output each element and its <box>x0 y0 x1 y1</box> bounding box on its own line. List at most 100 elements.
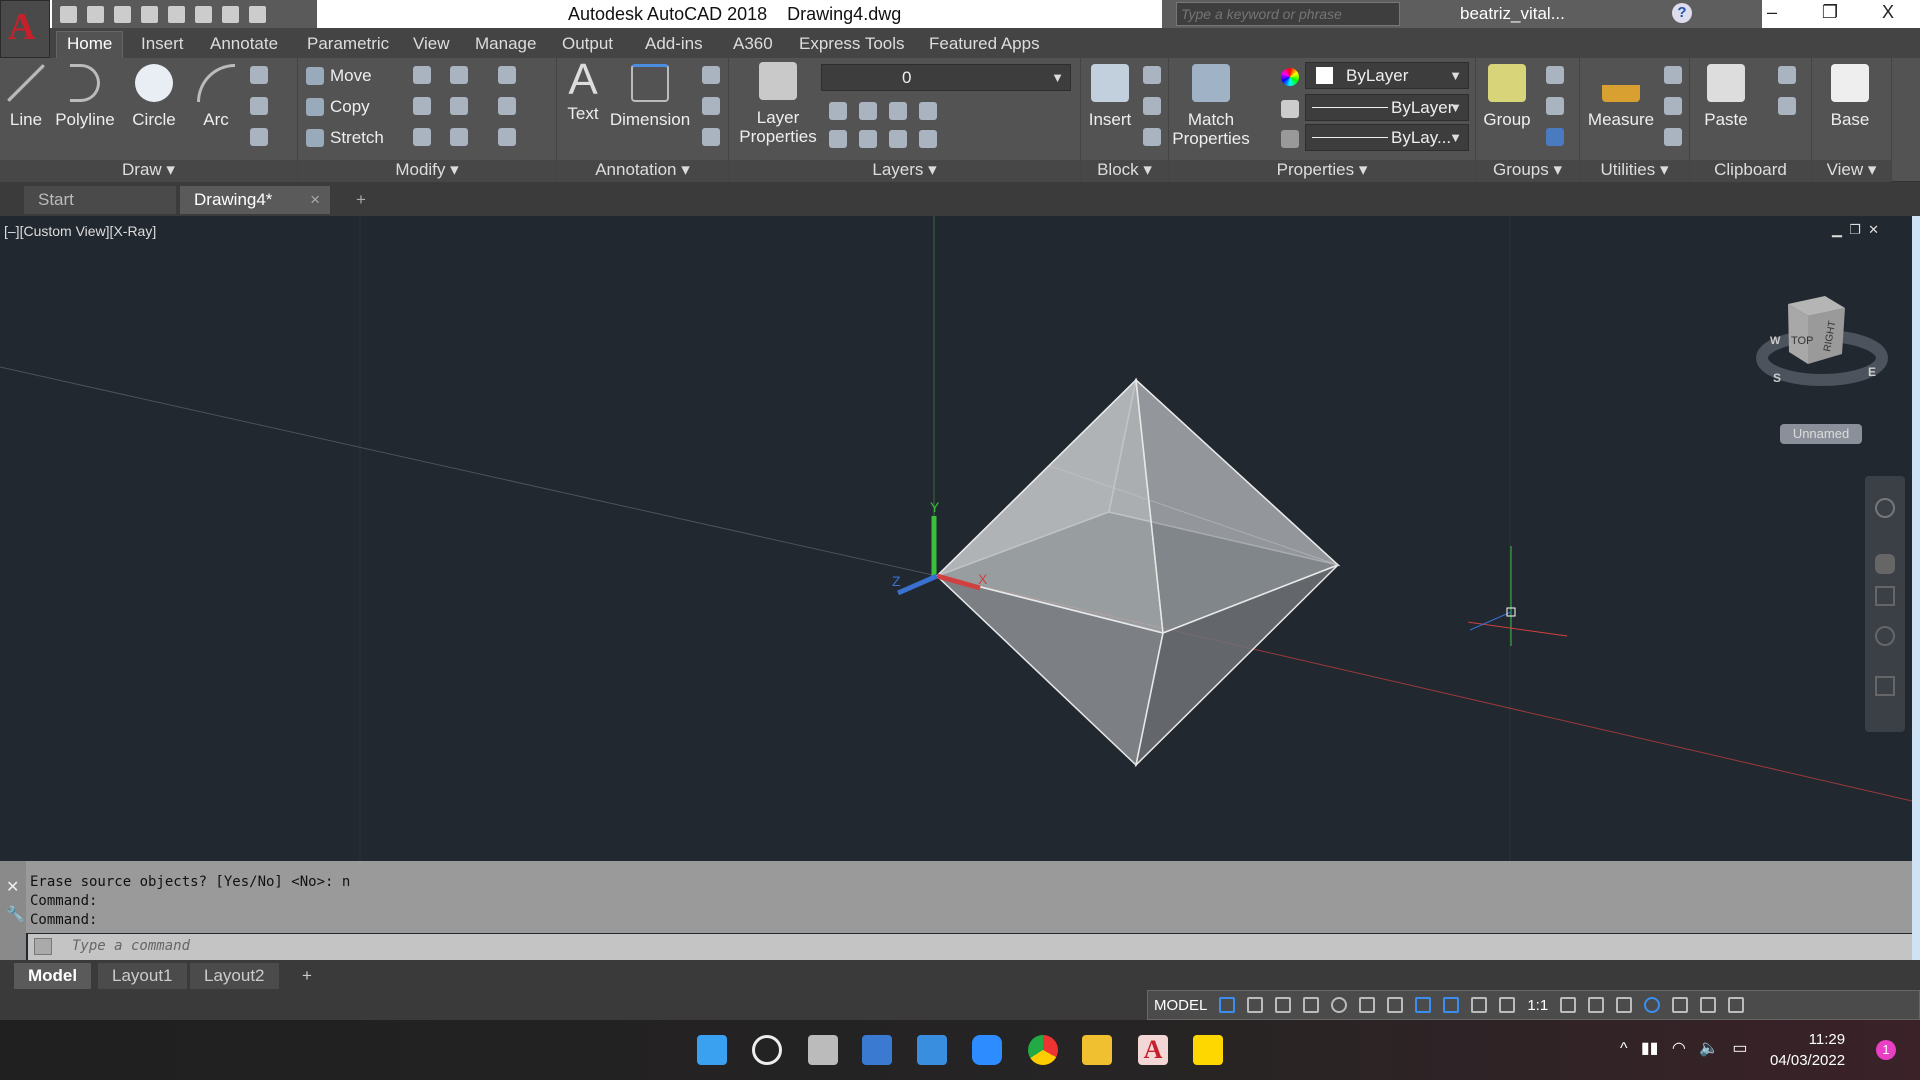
viewport-controls[interactable]: [–][Custom View][X-Ray] <box>4 223 156 239</box>
command-prompt-icon[interactable] <box>34 938 52 955</box>
orbit-icon[interactable] <box>1875 626 1895 646</box>
annotation-panel-label[interactable]: Annotation ▾ <box>557 160 728 182</box>
offset-icon[interactable] <box>498 128 516 146</box>
text-button[interactable]: A Text <box>563 58 603 124</box>
group-selection-icon[interactable] <box>1546 128 1564 146</box>
showmotion-icon[interactable] <box>1875 676 1895 696</box>
layer-unisolate-icon[interactable] <box>859 130 877 148</box>
tab-annotate[interactable]: Annotate <box>210 34 278 54</box>
battery-icon[interactable]: ▭ <box>1732 1040 1747 1057</box>
named-view-dropdown[interactable]: Unnamed <box>1780 424 1862 444</box>
hardware-acceleration-icon[interactable] <box>1644 997 1661 1013</box>
layer-off-icon[interactable] <box>829 102 847 120</box>
tab-start[interactable]: Start <box>24 186 176 214</box>
ungroup-icon[interactable] <box>1546 66 1564 84</box>
cut-icon[interactable] <box>1778 66 1796 84</box>
viewcube-top-face[interactable]: TOP <box>1791 335 1813 347</box>
modify-panel-label[interactable]: Modify ▾ <box>298 160 556 182</box>
measure-button[interactable]: Measure <box>1584 64 1658 129</box>
layer-properties-button[interactable]: Layer Properties <box>733 62 823 146</box>
new-tab-button[interactable]: + <box>342 186 380 214</box>
calculator-icon[interactable] <box>1664 128 1682 146</box>
undo-icon[interactable] <box>195 5 212 23</box>
tab-view[interactable]: View <box>413 34 450 54</box>
tab-add-ins[interactable]: Add-ins <box>645 34 703 54</box>
rotate-icon[interactable] <box>413 66 431 84</box>
command-line-handle[interactable]: ✕ 🔧 <box>0 861 26 960</box>
system-clock[interactable]: 11:29 04/03/2022 <box>1770 1029 1845 1071</box>
view-panel-label[interactable]: View ▾ <box>1812 160 1891 182</box>
pan-icon[interactable] <box>1875 554 1895 574</box>
arc-button[interactable]: Arc <box>196 64 236 129</box>
clipboard-panel-label[interactable]: Clipboard <box>1690 160 1811 182</box>
close-tab-icon[interactable]: × <box>310 190 320 210</box>
tab-parametric[interactable]: Parametric <box>307 34 389 54</box>
match-properties-button[interactable]: Match Properties <box>1171 64 1251 148</box>
insert-button[interactable]: Insert <box>1085 64 1135 129</box>
volume-icon[interactable]: 🔈 <box>1699 1040 1719 1057</box>
customization-menu-icon[interactable] <box>1728 997 1745 1013</box>
snap-icon[interactable] <box>1247 997 1264 1013</box>
properties-panel-label[interactable]: Properties ▾ <box>1169 160 1475 182</box>
units-icon[interactable] <box>1616 997 1633 1013</box>
chrome-icon[interactable] <box>1028 1035 1058 1065</box>
mail-icon[interactable] <box>917 1035 947 1065</box>
isolate-objects-icon[interactable] <box>1672 997 1689 1013</box>
compass-west[interactable]: W <box>1770 335 1781 347</box>
fillet-icon[interactable] <box>450 97 468 115</box>
layer-isolate-icon[interactable] <box>859 102 877 120</box>
help-icon[interactable]: ? <box>1672 3 1692 23</box>
dimension-button[interactable]: Dimension <box>607 64 693 129</box>
annotation-monitor-icon[interactable] <box>1588 997 1605 1013</box>
tab-model[interactable]: Model <box>14 963 92 989</box>
new-layout-button[interactable]: + <box>288 963 326 989</box>
redo-icon[interactable] <box>222 5 239 23</box>
minimize-button[interactable]: – <box>1752 2 1792 23</box>
point-icon[interactable] <box>1664 97 1682 115</box>
drawing-viewport[interactable]: Y X Z TOP RIGHT W S E [–][Custom View][X… <box>0 216 1912 861</box>
viewport-close-icon[interactable]: ✕ <box>1868 222 1879 237</box>
search-input[interactable] <box>1176 2 1400 26</box>
layer-unlock-icon[interactable] <box>919 130 937 148</box>
open-icon[interactable] <box>87 5 104 23</box>
linetype-dropdown[interactable]: ByLay... ▼ <box>1305 124 1469 151</box>
base-button[interactable]: Base <box>1822 64 1878 129</box>
leader-icon[interactable] <box>702 97 720 115</box>
compass-east[interactable]: E <box>1868 365 1876 379</box>
layer-dropdown[interactable]: 0 ▼ <box>821 64 1071 91</box>
restore-button[interactable]: ❐ <box>1810 2 1850 23</box>
tab-home[interactable]: Home <box>56 31 124 58</box>
user-account[interactable]: beatriz_vital... <box>1460 4 1565 24</box>
dynamic-input-icon[interactable] <box>1275 997 1292 1013</box>
isometric-icon[interactable] <box>1359 997 1376 1013</box>
tab-a360[interactable]: A360 <box>733 34 773 54</box>
annotation-scale-dropdown[interactable]: 1:1 <box>1527 997 1548 1014</box>
steering-wheel-icon[interactable] <box>1875 498 1895 518</box>
tab-layout2[interactable]: Layout2 <box>190 963 279 989</box>
color-dropdown[interactable]: ByLayer ▼ <box>1305 62 1469 89</box>
ortho-icon[interactable] <box>1303 997 1320 1013</box>
customize-icon[interactable] <box>249 5 266 23</box>
viewport-minimize-icon[interactable]: ▁ <box>1832 222 1842 237</box>
search-icon[interactable] <box>752 1035 782 1065</box>
array-icon[interactable] <box>450 128 468 146</box>
tab-drawing4[interactable]: Drawing4* × <box>180 186 330 214</box>
workspace-gear-icon[interactable] <box>1560 997 1577 1013</box>
command-input[interactable]: Type a command <box>28 934 1912 960</box>
zoom-app-icon[interactable] <box>972 1035 1002 1065</box>
circle-button[interactable]: Circle <box>128 64 180 129</box>
layer-thaw-icon[interactable] <box>889 130 907 148</box>
id-point-icon[interactable] <box>1664 66 1682 84</box>
mirror-icon[interactable] <box>413 97 431 115</box>
copy-clip-icon[interactable] <box>1778 97 1796 115</box>
boundary-icon[interactable] <box>250 128 268 146</box>
windows-start-icon[interactable] <box>697 1035 727 1065</box>
line-button[interactable]: Line <box>6 64 46 129</box>
layer-lock-icon[interactable] <box>919 102 937 120</box>
group-edit-icon[interactable] <box>1546 97 1564 115</box>
sticky-notes-icon[interactable] <box>1193 1035 1223 1065</box>
draw-panel-label[interactable]: Draw ▾ <box>0 160 297 182</box>
explode-icon[interactable] <box>498 97 516 115</box>
layer-on-icon[interactable] <box>829 130 847 148</box>
trim-icon[interactable] <box>450 66 468 84</box>
